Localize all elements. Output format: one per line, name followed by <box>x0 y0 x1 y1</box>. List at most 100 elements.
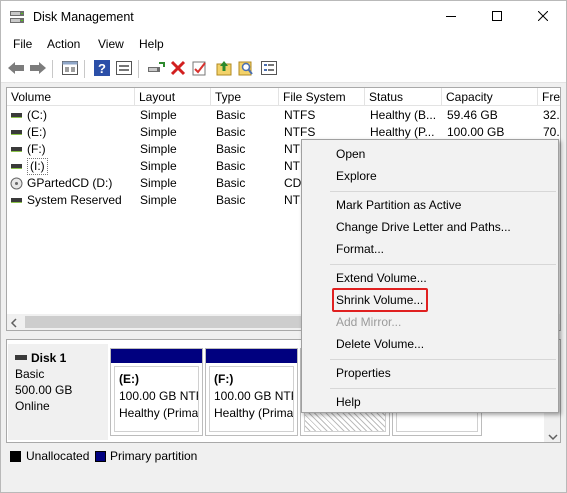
toolbar-divider <box>84 60 85 78</box>
menu-item-properties[interactable]: Properties <box>336 366 391 380</box>
table-row[interactable]: (C:) Simple Basic NTFS Healthy (B... 59.… <box>7 107 560 124</box>
volume-layout: Simple <box>140 108 177 122</box>
drive-icon <box>11 164 22 169</box>
volume-name: (I:) <box>27 158 48 175</box>
menu-item-delete-volume[interactable]: Delete Volume... <box>336 337 424 351</box>
volume-free: 32.1 <box>543 108 560 122</box>
list-button[interactable] <box>259 59 279 79</box>
window-title: Disk Management <box>33 10 134 24</box>
partition-size: 100.00 GB NTFS <box>119 389 198 403</box>
menu-separator <box>330 388 556 389</box>
volume-layout: Simple <box>140 176 177 190</box>
partition-header-bar <box>111 349 202 363</box>
partition-status: Healthy (Prima <box>214 406 294 420</box>
menu-item-mark-partition-active[interactable]: Mark Partition as Active <box>336 198 461 212</box>
menu-item-change-drive-letter[interactable]: Change Drive Letter and Paths... <box>336 220 511 234</box>
delete-icon <box>170 60 186 79</box>
check-icon <box>192 60 208 79</box>
menu-view[interactable]: View <box>98 37 124 51</box>
check-button[interactable] <box>190 59 210 79</box>
drive-icon <box>11 130 22 135</box>
menu-separator <box>330 359 556 360</box>
close-button[interactable] <box>520 1 566 33</box>
disk-info[interactable]: Disk 1 Basic 500.00 GB Online <box>8 344 108 440</box>
help-button[interactable]: ? <box>92 59 112 79</box>
help-icon: ? <box>94 59 110 79</box>
volume-name: (C:) <box>27 108 47 122</box>
maximize-button[interactable] <box>474 1 520 33</box>
menu-item-format[interactable]: Format... <box>336 242 384 256</box>
shrink-volume-highlight <box>332 288 428 312</box>
toolbar: ? <box>1 55 566 83</box>
chevron-down-icon[interactable] <box>548 430 558 444</box>
disk-type: Basic <box>15 367 45 381</box>
connect-drive-icon <box>147 61 165 78</box>
column-layout[interactable]: Layout <box>135 88 211 106</box>
chevron-left-icon[interactable] <box>10 317 18 330</box>
properties-button[interactable] <box>60 59 80 79</box>
console-button[interactable] <box>114 59 134 79</box>
partition-header-bar <box>206 349 297 363</box>
partition-f[interactable]: (F:) 100.00 GB NTFS Healthy (Prima <box>205 348 298 436</box>
partition-e[interactable]: (E:) 100.00 GB NTFS Healthy (Prima <box>110 348 203 436</box>
drive-icon <box>11 198 22 203</box>
list-icon <box>261 60 277 78</box>
disk-status: Online <box>15 399 50 413</box>
volume-name: (E:) <box>27 125 47 139</box>
volume-layout: Simple <box>140 159 177 173</box>
menu-item-add-mirror: Add Mirror... <box>336 315 402 329</box>
menu-help[interactable]: Help <box>139 37 164 51</box>
legend: Unallocated Primary partition <box>6 447 561 467</box>
volume-layout: Simple <box>140 193 177 207</box>
volume-layout: Simple <box>140 142 177 156</box>
volume-type: Basic <box>216 193 246 207</box>
volume-name: (F:) <box>27 142 46 156</box>
legend-primary-partition: Primary partition <box>110 449 198 463</box>
volume-name: GPartedCD (D:) <box>27 176 113 190</box>
menu-item-explore[interactable]: Explore <box>336 169 377 183</box>
cd-drive-icon <box>10 177 23 193</box>
delete-button[interactable] <box>168 59 188 79</box>
scrollbar-thumb[interactable] <box>25 316 305 328</box>
column-capacity[interactable]: Capacity <box>442 88 538 106</box>
menu-item-open[interactable]: Open <box>336 147 365 161</box>
menu-action[interactable]: Action <box>47 37 80 51</box>
toolbar-divider <box>138 60 139 78</box>
legend-unallocated: Unallocated <box>26 449 90 463</box>
menu-item-extend-volume[interactable]: Extend Volume... <box>336 271 427 285</box>
minimize-icon <box>446 10 456 24</box>
minimize-button[interactable] <box>428 1 474 33</box>
console-icon <box>116 60 132 78</box>
column-status[interactable]: Status <box>365 88 442 106</box>
menu-item-help[interactable]: Help <box>336 395 361 409</box>
forward-arrow-icon <box>29 61 47 78</box>
drive-icon <box>11 113 22 118</box>
back-arrow-icon <box>7 61 25 78</box>
search-button[interactable] <box>236 59 256 79</box>
menu-separator <box>330 191 556 192</box>
volume-type: Basic <box>216 108 246 122</box>
forward-button[interactable] <box>28 59 48 79</box>
unallocated-swatch <box>10 451 21 462</box>
volume-type: Basic <box>216 176 246 190</box>
disk-management-icon <box>9 10 25 24</box>
search-icon <box>238 60 254 79</box>
properties-icon <box>62 60 78 78</box>
column-type[interactable]: Type <box>211 88 279 106</box>
toolbar-divider <box>52 60 53 78</box>
column-file-system[interactable]: File System <box>279 88 365 106</box>
context-menu: Open Explore Mark Partition as Active Ch… <box>301 139 559 413</box>
volume-type: Basic <box>216 142 246 156</box>
volume-layout: Simple <box>140 125 177 139</box>
back-button[interactable] <box>6 59 26 79</box>
volume-list-header: Volume Layout Type File System Status Ca… <box>7 88 560 106</box>
column-volume[interactable]: Volume <box>7 88 135 106</box>
volume-type: Basic <box>216 125 246 139</box>
disk-icon <box>15 355 27 360</box>
menu-file[interactable]: File <box>13 37 32 51</box>
maximize-icon <box>492 10 502 24</box>
import-button[interactable] <box>214 59 234 79</box>
column-free[interactable]: Free <box>538 88 560 106</box>
partition-size: 100.00 GB NTFS <box>214 389 293 403</box>
connect-drive-button[interactable] <box>146 59 166 79</box>
